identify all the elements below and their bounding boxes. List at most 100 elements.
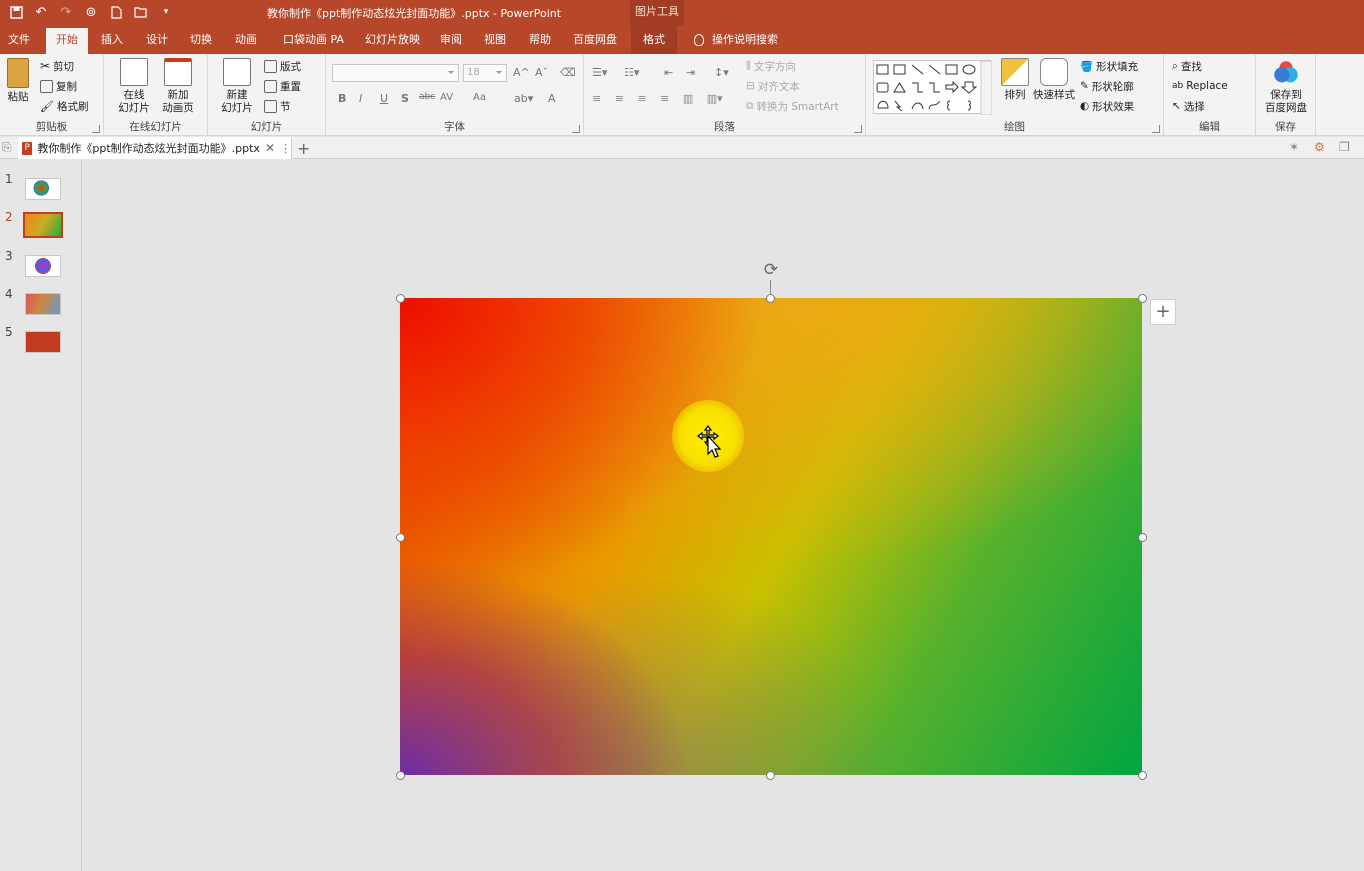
shape-outline-button[interactable]: ✎ 形状轮廓: [1080, 77, 1134, 95]
resize-handle-top[interactable]: [766, 294, 775, 303]
selected-gradient-picture[interactable]: [400, 298, 1142, 775]
resize-handle-left[interactable]: [396, 533, 405, 542]
font-name-combo[interactable]: [332, 64, 459, 82]
replace-button[interactable]: ab Replace: [1172, 77, 1228, 95]
tab-baidu-netdisk[interactable]: 百度网盘: [573, 26, 617, 54]
save-icon[interactable]: [8, 4, 24, 20]
tab-file[interactable]: 文件: [8, 26, 30, 54]
resize-handle-bottom-left[interactable]: [396, 771, 405, 780]
strikethrough-button[interactable]: abc: [419, 92, 435, 102]
slide-thumbnail-3[interactable]: 3: [0, 249, 82, 279]
columns-icon[interactable]: ▥▾: [707, 92, 723, 105]
slide-thumbnail-1[interactable]: 1: [0, 172, 82, 202]
section-button[interactable]: 节: [264, 97, 291, 115]
increase-indent-icon[interactable]: ⇥: [686, 66, 695, 79]
char-spacing-button[interactable]: AV: [440, 92, 453, 103]
tab-design[interactable]: 设计: [146, 26, 168, 54]
change-case-button[interactable]: Aa: [473, 92, 486, 103]
align-right-icon[interactable]: ≡: [637, 92, 646, 105]
font-size-combo[interactable]: 18: [463, 64, 507, 82]
tell-me-search[interactable]: 操作说明搜索: [694, 26, 778, 54]
find-button[interactable]: ⌕ 查找: [1172, 57, 1202, 75]
new-tab-icon[interactable]: +: [297, 139, 310, 158]
underline-button[interactable]: U: [380, 92, 388, 105]
tab-review[interactable]: 审阅: [440, 26, 462, 54]
resize-handle-top-left[interactable]: [396, 294, 405, 303]
font-launcher[interactable]: [572, 125, 580, 133]
numbering-icon[interactable]: ☷▾: [624, 66, 639, 79]
document-tab-bar: ⎘ P 教你制作《ppt制作动态炫光封面功能》.pptx ✕ ⋮ + ✶ ⚙ ❐: [0, 137, 1364, 159]
pin-icon[interactable]: ✶: [1289, 140, 1303, 154]
tab-pocket-animation[interactable]: 口袋动画 PA: [283, 26, 344, 54]
grow-font-icon[interactable]: A^: [513, 66, 530, 79]
line-spacing-icon[interactable]: ↕▾: [714, 66, 729, 79]
tab-transitions[interactable]: 切换: [190, 26, 212, 54]
format-painter-button[interactable]: 🖌 格式刷: [40, 97, 88, 115]
tab-animations[interactable]: 动画: [235, 26, 257, 54]
decrease-indent-icon[interactable]: ⇤: [664, 66, 673, 79]
shrink-font-icon[interactable]: Aˇ: [535, 66, 548, 79]
new-file-icon[interactable]: [108, 4, 124, 20]
align-left-icon[interactable]: ≡: [592, 92, 601, 105]
resize-handle-bottom[interactable]: [766, 771, 775, 780]
new-slide-button[interactable]: 新建 幻灯片: [214, 58, 260, 115]
online-slides-button[interactable]: 在线 幻灯片: [112, 58, 156, 115]
resize-handle-top-right[interactable]: [1138, 294, 1147, 303]
tab-home[interactable]: 开始: [46, 28, 88, 54]
bullets-icon[interactable]: ☰▾: [592, 66, 607, 79]
paste-button[interactable]: 粘贴: [4, 58, 32, 104]
resize-handle-right[interactable]: [1138, 533, 1147, 542]
slide-thumbnail-2[interactable]: 2: [0, 210, 82, 240]
layout-options-button[interactable]: +: [1150, 299, 1176, 325]
highlight-icon[interactable]: ab▾: [514, 92, 533, 105]
tab-format[interactable]: 格式: [631, 26, 677, 54]
select-button[interactable]: ↖ 选择: [1172, 97, 1205, 115]
layout-button[interactable]: 版式: [264, 57, 301, 75]
align-text-button[interactable]: ⊟ 对齐文本: [746, 77, 800, 95]
font-color-button[interactable]: A: [548, 92, 556, 105]
settings-gear-icon[interactable]: ⚙: [1314, 140, 1328, 154]
text-direction-button[interactable]: ⫼ 文字方向: [746, 57, 796, 75]
copy-button[interactable]: 复制: [40, 77, 77, 95]
align-center-icon[interactable]: ≡: [615, 92, 624, 105]
tab-slideshow[interactable]: 幻灯片放映: [365, 26, 420, 54]
justify-icon[interactable]: ≡: [660, 92, 669, 105]
close-tab-icon[interactable]: ✕: [265, 141, 275, 155]
slide-thumbnail-5[interactable]: 5: [0, 325, 82, 355]
group-paragraph: ☰▾ ☷▾ ⇤ ⇥ ↕▾ ⫼ 文字方向 ⊟ 对齐文本 ⧉ 转换为 SmartAr…: [584, 54, 866, 136]
reset-button[interactable]: 重置: [264, 77, 301, 95]
document-tab[interactable]: P 教你制作《ppt制作动态炫光封面功能》.pptx ✕ ⋮: [18, 137, 292, 159]
tab-help[interactable]: 帮助: [529, 26, 551, 54]
redo-icon[interactable]: ↷: [58, 4, 74, 20]
clear-format-icon[interactable]: ⌫: [560, 66, 576, 79]
shapes-gallery[interactable]: [873, 60, 993, 116]
drawing-launcher[interactable]: [1152, 125, 1160, 133]
paragraph-launcher[interactable]: [854, 125, 862, 133]
undo-icon[interactable]: ↶: [33, 4, 49, 20]
restore-window-icon[interactable]: ❐: [1339, 140, 1353, 154]
new-anim-page-button[interactable]: 新加 动画页: [156, 58, 200, 115]
tab-insert[interactable]: 插入: [101, 26, 123, 54]
arrange-button[interactable]: 排列: [1000, 58, 1030, 102]
slide-thumbnail-4[interactable]: 4: [0, 287, 82, 317]
smartart-button[interactable]: ⧉ 转换为 SmartArt: [746, 97, 839, 115]
read-mode-icon[interactable]: ⊚: [83, 4, 99, 20]
save-to-netdisk-button[interactable]: 保存到 百度网盘: [1260, 58, 1312, 115]
clipboard-launcher[interactable]: [92, 125, 100, 133]
rotate-handle-icon[interactable]: ⟳: [761, 260, 781, 280]
italic-button[interactable]: I: [359, 92, 362, 105]
tab-list-icon[interactable]: ⎘: [2, 140, 16, 154]
distributed-icon[interactable]: ▥: [683, 92, 693, 105]
shadow-button[interactable]: S: [401, 92, 409, 105]
shape-effects-button[interactable]: ◐ 形状效果: [1080, 97, 1134, 115]
customize-icon[interactable]: ▾: [158, 4, 174, 20]
resize-handle-bottom-right[interactable]: [1138, 771, 1147, 780]
shape-fill-button[interactable]: 🪣 形状填充: [1080, 57, 1138, 75]
tab-view[interactable]: 视图: [484, 26, 506, 54]
quick-styles-button[interactable]: 快速样式: [1032, 58, 1076, 102]
cut-button[interactable]: ✂ 剪切: [40, 57, 74, 75]
tab-menu-icon[interactable]: ⋮: [280, 142, 291, 155]
bold-button[interactable]: B: [338, 92, 346, 105]
open-icon[interactable]: [133, 4, 149, 20]
scissors-icon: ✂: [40, 59, 51, 73]
